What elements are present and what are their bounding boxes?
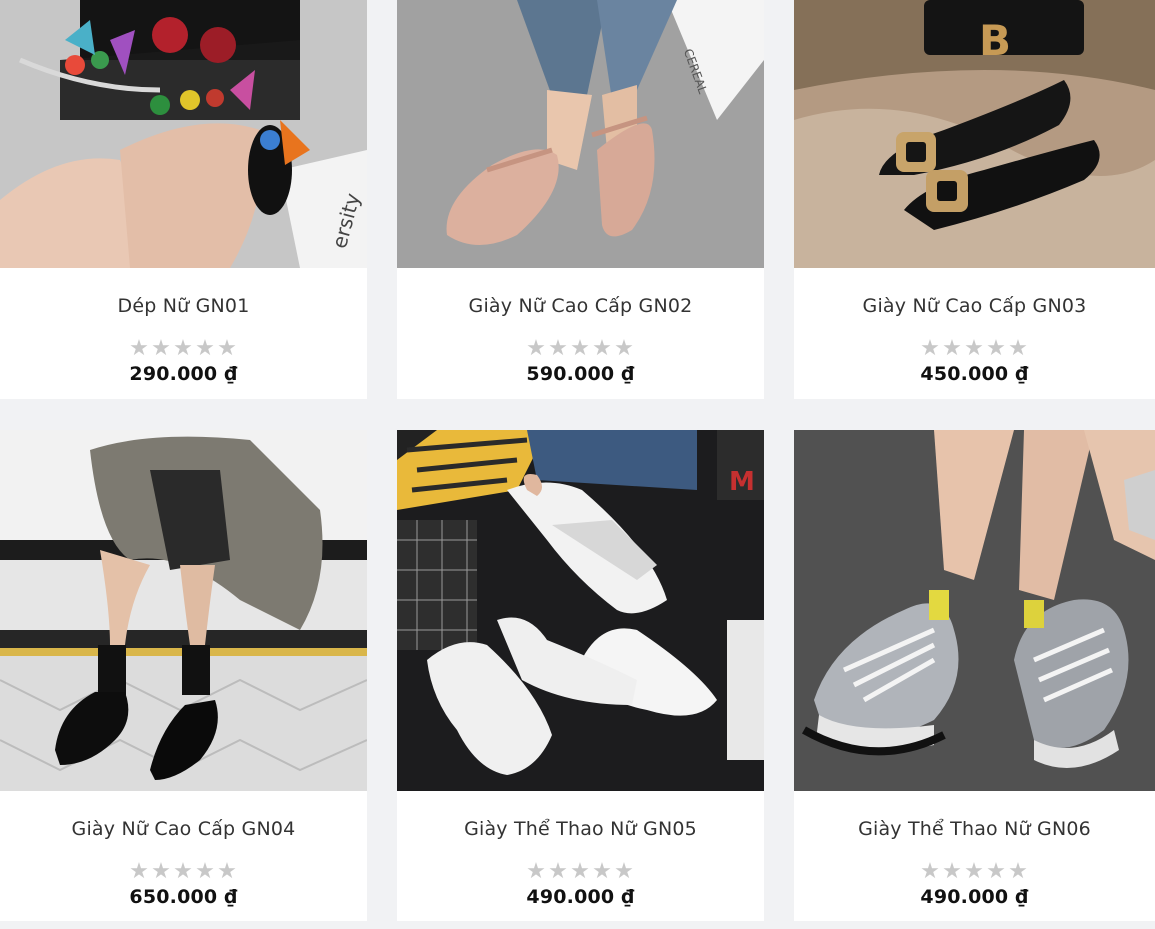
star-icon: ★ [195, 336, 216, 361]
star-icon: ★ [526, 859, 547, 884]
star-icon: ★ [986, 336, 1007, 361]
product-image[interactable] [794, 430, 1155, 791]
star-icon: ★ [173, 859, 194, 884]
svg-text:B: B [979, 16, 1011, 65]
product-info: Giày Nữ Cao Cấp GN04 ★★★★★ 650.000 ₫ [0, 791, 367, 908]
product-price: 590.000 ₫ [526, 363, 635, 385]
star-icon: ★ [217, 336, 238, 361]
product-info: Giày Nữ Cao Cấp GN02 ★★★★★ 590.000 ₫ [397, 268, 764, 385]
product-name[interactable]: Giày Nữ Cao Cấp GN02 [397, 294, 764, 318]
star-icon: ★ [942, 859, 963, 884]
product-card[interactable]: ersity Dép Nữ GN01 ★★★★★ 290.000 ₫ [0, 0, 367, 399]
rating-stars: ★★★★★ [0, 859, 367, 884]
product-price: 290.000 ₫ [129, 363, 238, 385]
star-icon: ★ [964, 859, 985, 884]
pointed-flats-image: B [794, 0, 1155, 268]
product-card[interactable]: Giày Thể Thao Nữ GN06 ★★★★★ 490.000 ₫ [794, 430, 1155, 921]
star-icon: ★ [195, 859, 216, 884]
flats-image: CEREAL [397, 0, 764, 268]
star-icon: ★ [151, 336, 172, 361]
star-icon: ★ [151, 859, 172, 884]
svg-text:M: M [729, 467, 755, 497]
star-icon: ★ [614, 859, 635, 884]
star-icon: ★ [217, 859, 238, 884]
product-name[interactable]: Giày Thể Thao Nữ GN05 [397, 817, 764, 841]
product-price: 490.000 ₫ [526, 886, 635, 908]
product-name[interactable]: Giày Nữ Cao Cấp GN04 [0, 817, 367, 841]
product-name[interactable]: Giày Thể Thao Nữ GN06 [794, 817, 1155, 841]
star-icon: ★ [548, 859, 569, 884]
product-price: 490.000 ₫ [920, 886, 1029, 908]
product-name[interactable]: Giày Nữ Cao Cấp GN03 [794, 294, 1155, 318]
rating-stars: ★★★★★ [397, 859, 764, 884]
star-icon: ★ [942, 336, 963, 361]
star-icon: ★ [964, 336, 985, 361]
star-icon: ★ [129, 859, 150, 884]
star-icon: ★ [548, 336, 569, 361]
star-icon: ★ [986, 859, 1007, 884]
star-icon: ★ [570, 859, 591, 884]
product-image[interactable]: B [794, 0, 1155, 268]
star-icon: ★ [614, 336, 635, 361]
product-image[interactable]: M [397, 430, 764, 791]
product-price: 650.000 ₫ [129, 886, 238, 908]
product-card[interactable]: CEREAL Giày Nữ Cao Cấp GN02 ★★★★★ 590.00… [397, 0, 764, 399]
product-info: Giày Thể Thao Nữ GN06 ★★★★★ 490.000 ₫ [794, 791, 1155, 908]
star-icon: ★ [1008, 859, 1029, 884]
rating-stars: ★★★★★ [397, 336, 764, 361]
star-icon: ★ [129, 336, 150, 361]
star-icon: ★ [592, 336, 613, 361]
white-sneakers-image: M [397, 430, 764, 791]
product-image[interactable]: CEREAL [397, 0, 764, 268]
oxford-shoes-image [0, 430, 367, 791]
star-icon: ★ [526, 336, 547, 361]
product-image[interactable] [0, 430, 367, 791]
product-card[interactable]: Giày Nữ Cao Cấp GN04 ★★★★★ 650.000 ₫ [0, 430, 367, 921]
star-icon: ★ [570, 336, 591, 361]
product-grid: ersity Dép Nữ GN01 ★★★★★ 290.000 ₫ CEREA… [0, 0, 1155, 929]
star-icon: ★ [173, 336, 194, 361]
rating-stars: ★★★★★ [794, 336, 1155, 361]
rating-stars: ★★★★★ [0, 336, 367, 361]
product-card[interactable]: B Giày Nữ Cao Cấp GN03 ★★★★★ 450.000 ₫ [794, 0, 1155, 399]
grey-sneakers-image [794, 430, 1155, 791]
star-icon: ★ [592, 859, 613, 884]
product-image[interactable]: ersity [0, 0, 367, 268]
product-price: 450.000 ₫ [920, 363, 1029, 385]
star-icon: ★ [920, 336, 941, 361]
product-info: Dép Nữ GN01 ★★★★★ 290.000 ₫ [0, 268, 367, 385]
product-card[interactable]: M Giày Thể Thao Nữ GN05 ★★★★★ 490.000 ₫ [397, 430, 764, 921]
product-info: Giày Nữ Cao Cấp GN03 ★★★★★ 450.000 ₫ [794, 268, 1155, 385]
product-info: Giày Thể Thao Nữ GN05 ★★★★★ 490.000 ₫ [397, 791, 764, 908]
star-icon: ★ [1008, 336, 1029, 361]
star-icon: ★ [920, 859, 941, 884]
sandals-image: ersity [0, 0, 367, 268]
rating-stars: ★★★★★ [794, 859, 1155, 884]
product-name[interactable]: Dép Nữ GN01 [0, 294, 367, 318]
